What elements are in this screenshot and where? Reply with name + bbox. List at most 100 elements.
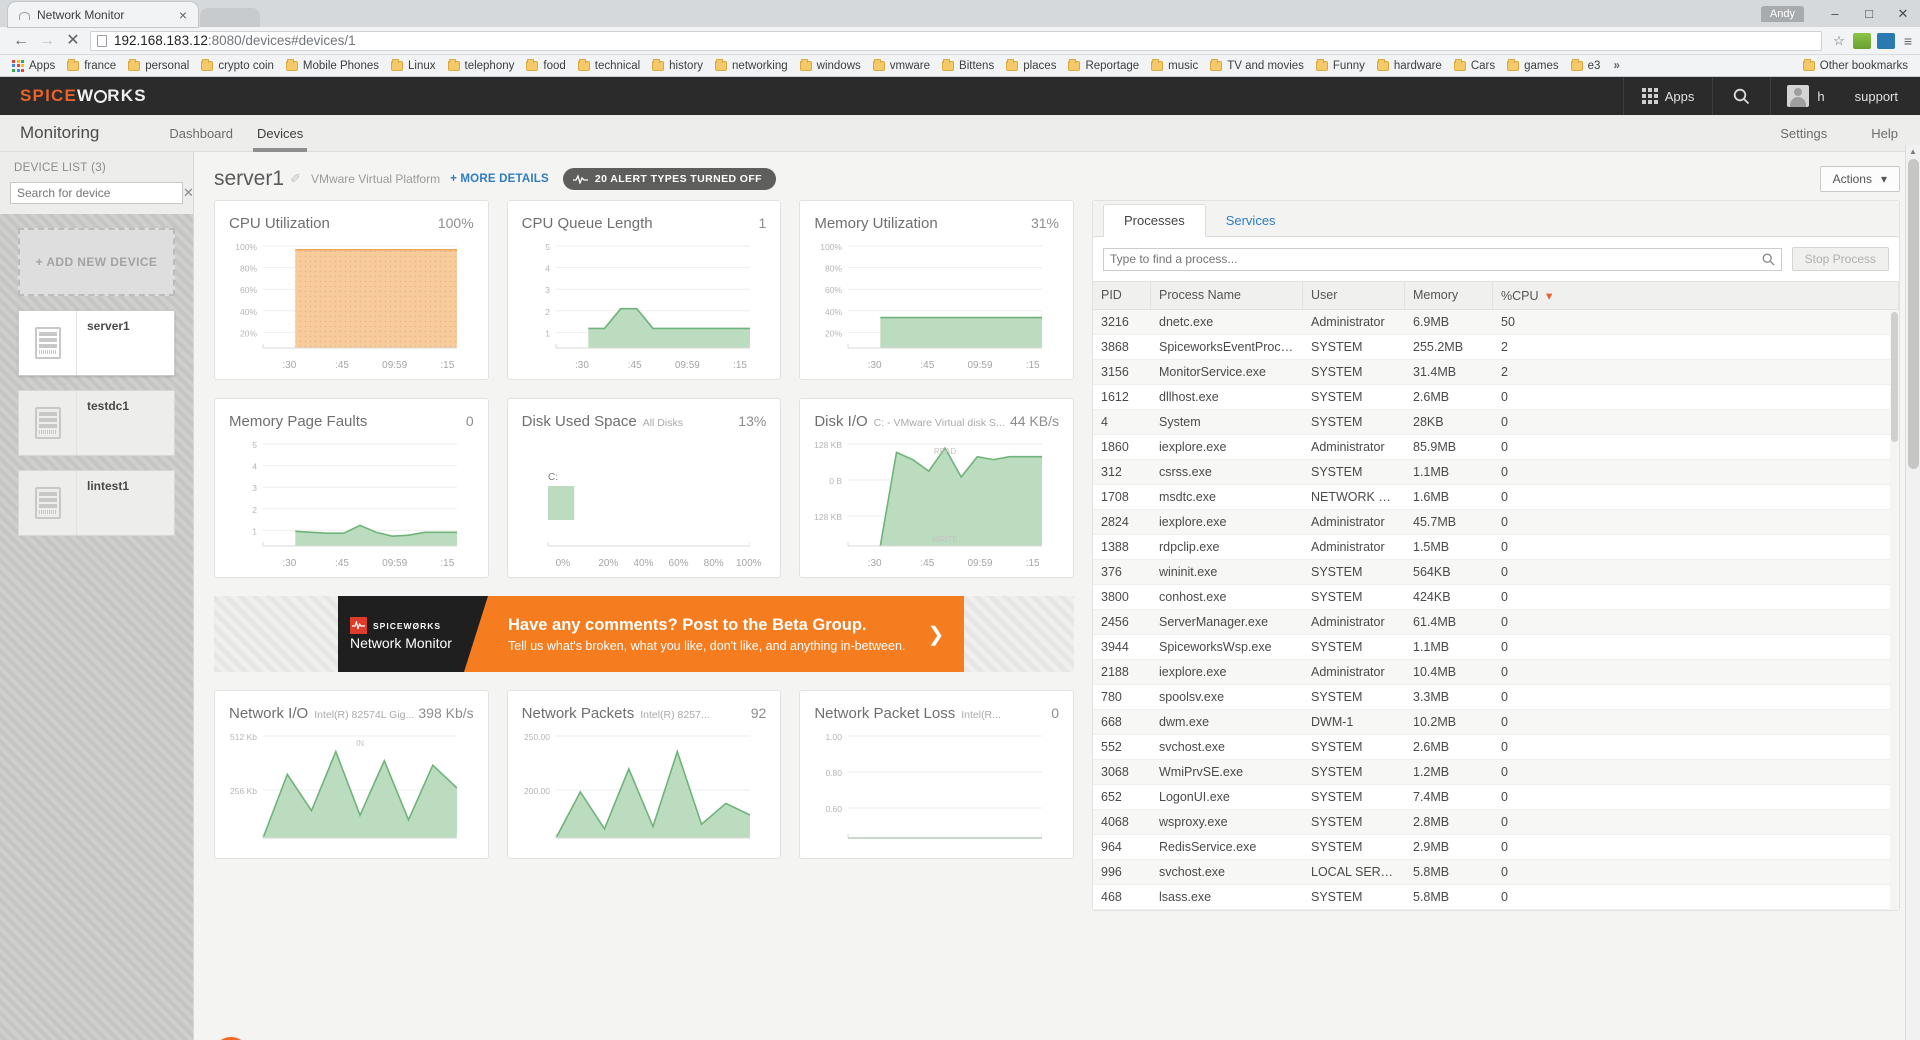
beta-group-banner[interactable]: SPICEWØRKS Network Monitor Have any comm… bbox=[214, 596, 1074, 672]
tab-dashboard[interactable]: Dashboard bbox=[157, 115, 245, 152]
minimize-button[interactable]: – bbox=[1818, 6, 1852, 21]
bookmark-folder[interactable]: Bittens bbox=[936, 58, 1000, 72]
more-details-link[interactable]: + MORE DETAILS bbox=[450, 173, 549, 185]
extension-icon-blue[interactable] bbox=[1876, 32, 1895, 49]
table-row[interactable]: 4 System SYSTEM 28KB 0 bbox=[1093, 410, 1899, 435]
header-apps-button[interactable]: Apps bbox=[1622, 77, 1713, 115]
device-card-server1[interactable]: server1 bbox=[18, 310, 175, 376]
table-row[interactable]: 996 svchost.exe LOCAL SERVICE 5.8MB 0 bbox=[1093, 860, 1899, 885]
back-button-icon[interactable]: ← bbox=[8, 32, 34, 49]
table-row[interactable]: 3944 SpiceworksWsp.exe SYSTEM 1.1MB 0 bbox=[1093, 635, 1899, 660]
scroll-up-arrow-icon[interactable]: ▲ bbox=[1906, 145, 1920, 156]
process-table-scrollbar[interactable] bbox=[1890, 310, 1899, 910]
bookmark-folder[interactable]: windows bbox=[794, 58, 867, 72]
tab-services[interactable]: Services bbox=[1206, 205, 1296, 236]
metric-card-network-packet-loss[interactable]: Network Packet Loss Intel(R... 0 1.00 0.80 0.… bbox=[799, 690, 1074, 859]
process-search[interactable] bbox=[1103, 247, 1782, 271]
bookmark-folder[interactable]: hardware bbox=[1371, 58, 1448, 72]
table-row[interactable]: 2824 iexplore.exe Administrator 45.7MB 0 bbox=[1093, 510, 1899, 535]
bookmark-folder[interactable]: technical bbox=[572, 58, 646, 72]
column-header-user[interactable]: User bbox=[1303, 282, 1405, 309]
table-row[interactable]: 1612 dllhost.exe SYSTEM 2.6MB 0 bbox=[1093, 385, 1899, 410]
table-row[interactable]: 2188 iexplore.exe Administrator 10.4MB 0 bbox=[1093, 660, 1899, 685]
bookmark-folder[interactable]: games bbox=[1501, 58, 1565, 72]
new-tab-button[interactable] bbox=[200, 8, 260, 27]
bookmark-folder[interactable]: france bbox=[61, 58, 122, 72]
table-row[interactable]: 3800 conhost.exe SYSTEM 424KB 0 bbox=[1093, 585, 1899, 610]
page-scrollbar[interactable]: ▲ bbox=[1905, 145, 1920, 1040]
bookmark-star-icon[interactable]: ☆ bbox=[1833, 33, 1845, 49]
bookmark-folder[interactable]: music bbox=[1145, 58, 1204, 72]
table-row[interactable]: 3068 WmiPrvSE.exe SYSTEM 1.2MB 0 bbox=[1093, 760, 1899, 785]
header-user-menu[interactable]: h bbox=[1770, 77, 1840, 115]
metric-card-network-packets[interactable]: Network Packets Intel(R) 8257... 92 250.00 2… bbox=[506, 690, 782, 859]
table-row[interactable]: 668 dwm.exe DWM-1 10.2MB 0 bbox=[1093, 710, 1899, 735]
forward-button-icon[interactable]: → bbox=[34, 32, 60, 49]
table-row[interactable]: 376 wininit.exe SYSTEM 564KB 0 bbox=[1093, 560, 1899, 585]
table-row[interactable]: 552 svchost.exe SYSTEM 2.6MB 0 bbox=[1093, 735, 1899, 760]
table-row[interactable]: 652 LogonUI.exe SYSTEM 7.4MB 0 bbox=[1093, 785, 1899, 810]
process-search-input[interactable] bbox=[1110, 252, 1762, 266]
device-card-testdc1[interactable]: testdc1 bbox=[18, 390, 175, 456]
maximize-button[interactable]: □ bbox=[1852, 6, 1886, 21]
actions-button[interactable]: Actions ▾ bbox=[1819, 166, 1900, 192]
address-bar[interactable]: 192.168.183.12 :8080/devices#devices/1 bbox=[90, 30, 1823, 51]
metric-card-cpu-queue-length[interactable]: CPU Queue Length 1 5 4 3 2 1:30:45 09:59:15 bbox=[506, 200, 782, 380]
bookmark-folder[interactable]: personal bbox=[122, 58, 195, 72]
stop-button-icon[interactable]: ✕ bbox=[60, 32, 86, 49]
table-row[interactable]: 1860 iexplore.exe Administrator 85.9MB 0 bbox=[1093, 435, 1899, 460]
tab-processes[interactable]: Processes bbox=[1103, 204, 1206, 237]
bookmarks-overflow-icon[interactable]: » bbox=[1606, 60, 1626, 72]
header-support-link[interactable]: support bbox=[1841, 77, 1920, 115]
browser-tab[interactable]: Network Monitor × bbox=[8, 2, 198, 27]
bookmark-folder[interactable]: crypto coin bbox=[195, 58, 280, 72]
bookmark-apps[interactable]: Apps bbox=[6, 59, 61, 72]
bookmark-folder[interactable]: food bbox=[520, 58, 571, 72]
alert-types-badge[interactable]: 20 ALERT TYPES TURNED OFF bbox=[562, 168, 776, 190]
close-window-button[interactable]: ✕ bbox=[1886, 6, 1920, 22]
stop-process-button[interactable]: Stop Process bbox=[1791, 247, 1889, 271]
nav-settings[interactable]: Settings bbox=[1758, 115, 1849, 152]
tab-close-icon[interactable]: × bbox=[176, 8, 190, 22]
page-scrollbar-thumb[interactable] bbox=[1908, 159, 1919, 469]
bookmark-folder[interactable]: places bbox=[1000, 58, 1062, 72]
table-row[interactable]: 1708 msdtc.exe NETWORK SE... 1.6MB 0 bbox=[1093, 485, 1899, 510]
profile-name[interactable]: Andy bbox=[1760, 5, 1804, 22]
table-row[interactable]: 780 spoolsv.exe SYSTEM 3.3MB 0 bbox=[1093, 685, 1899, 710]
spiceworks-logo[interactable]: SPICEW RKS bbox=[20, 86, 147, 106]
table-row[interactable]: 468 lsass.exe SYSTEM 5.8MB 0 bbox=[1093, 885, 1899, 910]
bookmark-folder[interactable]: Funny bbox=[1310, 58, 1371, 72]
table-row[interactable]: 3868 SpiceworksEventProcess... SYSTEM 255.2… bbox=[1093, 335, 1899, 360]
device-search[interactable]: ✕ ▼ bbox=[10, 182, 209, 204]
metric-card-network-i-o[interactable]: Network I/O Intel(R) 82574L Gig... 398 Kb/… bbox=[214, 690, 489, 859]
metric-card-memory-page-faults[interactable]: Memory Page Faults 0 5 4 3 2 1:30:45 09:59:15 bbox=[214, 398, 489, 578]
page-info-icon[interactable] bbox=[97, 34, 107, 47]
table-row[interactable]: 3156 MonitorService.exe SYSTEM 31.4MB 2 bbox=[1093, 360, 1899, 385]
table-row[interactable]: 2456 ServerManager.exe Administrator 61.4MB… bbox=[1093, 610, 1899, 635]
bookmark-folder[interactable]: Linux bbox=[385, 58, 442, 72]
table-row[interactable]: 3216 dnetc.exe Administrator 6.9MB 50 bbox=[1093, 310, 1899, 335]
column-header-cpu[interactable]: %CPU ▾ bbox=[1493, 282, 1899, 309]
device-card-lintest1[interactable]: lintest1 bbox=[18, 470, 175, 536]
bookmark-folder[interactable]: Reportage bbox=[1062, 58, 1145, 72]
search-input[interactable] bbox=[11, 186, 178, 200]
scrollbar-thumb[interactable] bbox=[1891, 312, 1898, 442]
edit-pencil-icon[interactable]: ✐ bbox=[290, 171, 301, 187]
table-row[interactable]: 964 RedisService.exe SYSTEM 2.9MB 0 bbox=[1093, 835, 1899, 860]
column-header-pid[interactable]: PID bbox=[1093, 282, 1151, 309]
bookmark-folder[interactable]: telephony bbox=[442, 58, 521, 72]
metric-card-memory-utilization[interactable]: Memory Utilization 31% 100% 80% 60% 40% 20%:30… bbox=[799, 200, 1074, 380]
add-new-device-button[interactable]: + ADD NEW DEVICE bbox=[18, 228, 175, 296]
metric-card-disk-i-o[interactable]: Disk I/O C: - VMware Virtual disk S... 44 … bbox=[799, 398, 1074, 578]
header-search-button[interactable] bbox=[1712, 77, 1770, 115]
bookmark-folder[interactable]: history bbox=[646, 58, 709, 72]
table-row[interactable]: 1388 rdpclip.exe Administrator 1.5MB 0 bbox=[1093, 535, 1899, 560]
bookmark-other[interactable]: Other bookmarks bbox=[1797, 58, 1914, 72]
table-row[interactable]: 4068 wsproxy.exe SYSTEM 2.8MB 0 bbox=[1093, 810, 1899, 835]
bookmark-folder[interactable]: Mobile Phones bbox=[280, 58, 385, 72]
chrome-menu-icon[interactable]: ≡ bbox=[1904, 33, 1912, 49]
metric-card-cpu-utilization[interactable]: CPU Utilization 100% 100% 80% 60% 40% 20%:30:4… bbox=[214, 200, 489, 380]
column-header-memory[interactable]: Memory bbox=[1405, 282, 1493, 309]
extension-icon-green[interactable] bbox=[1852, 32, 1871, 49]
bookmark-folder[interactable]: TV and movies bbox=[1204, 58, 1310, 72]
